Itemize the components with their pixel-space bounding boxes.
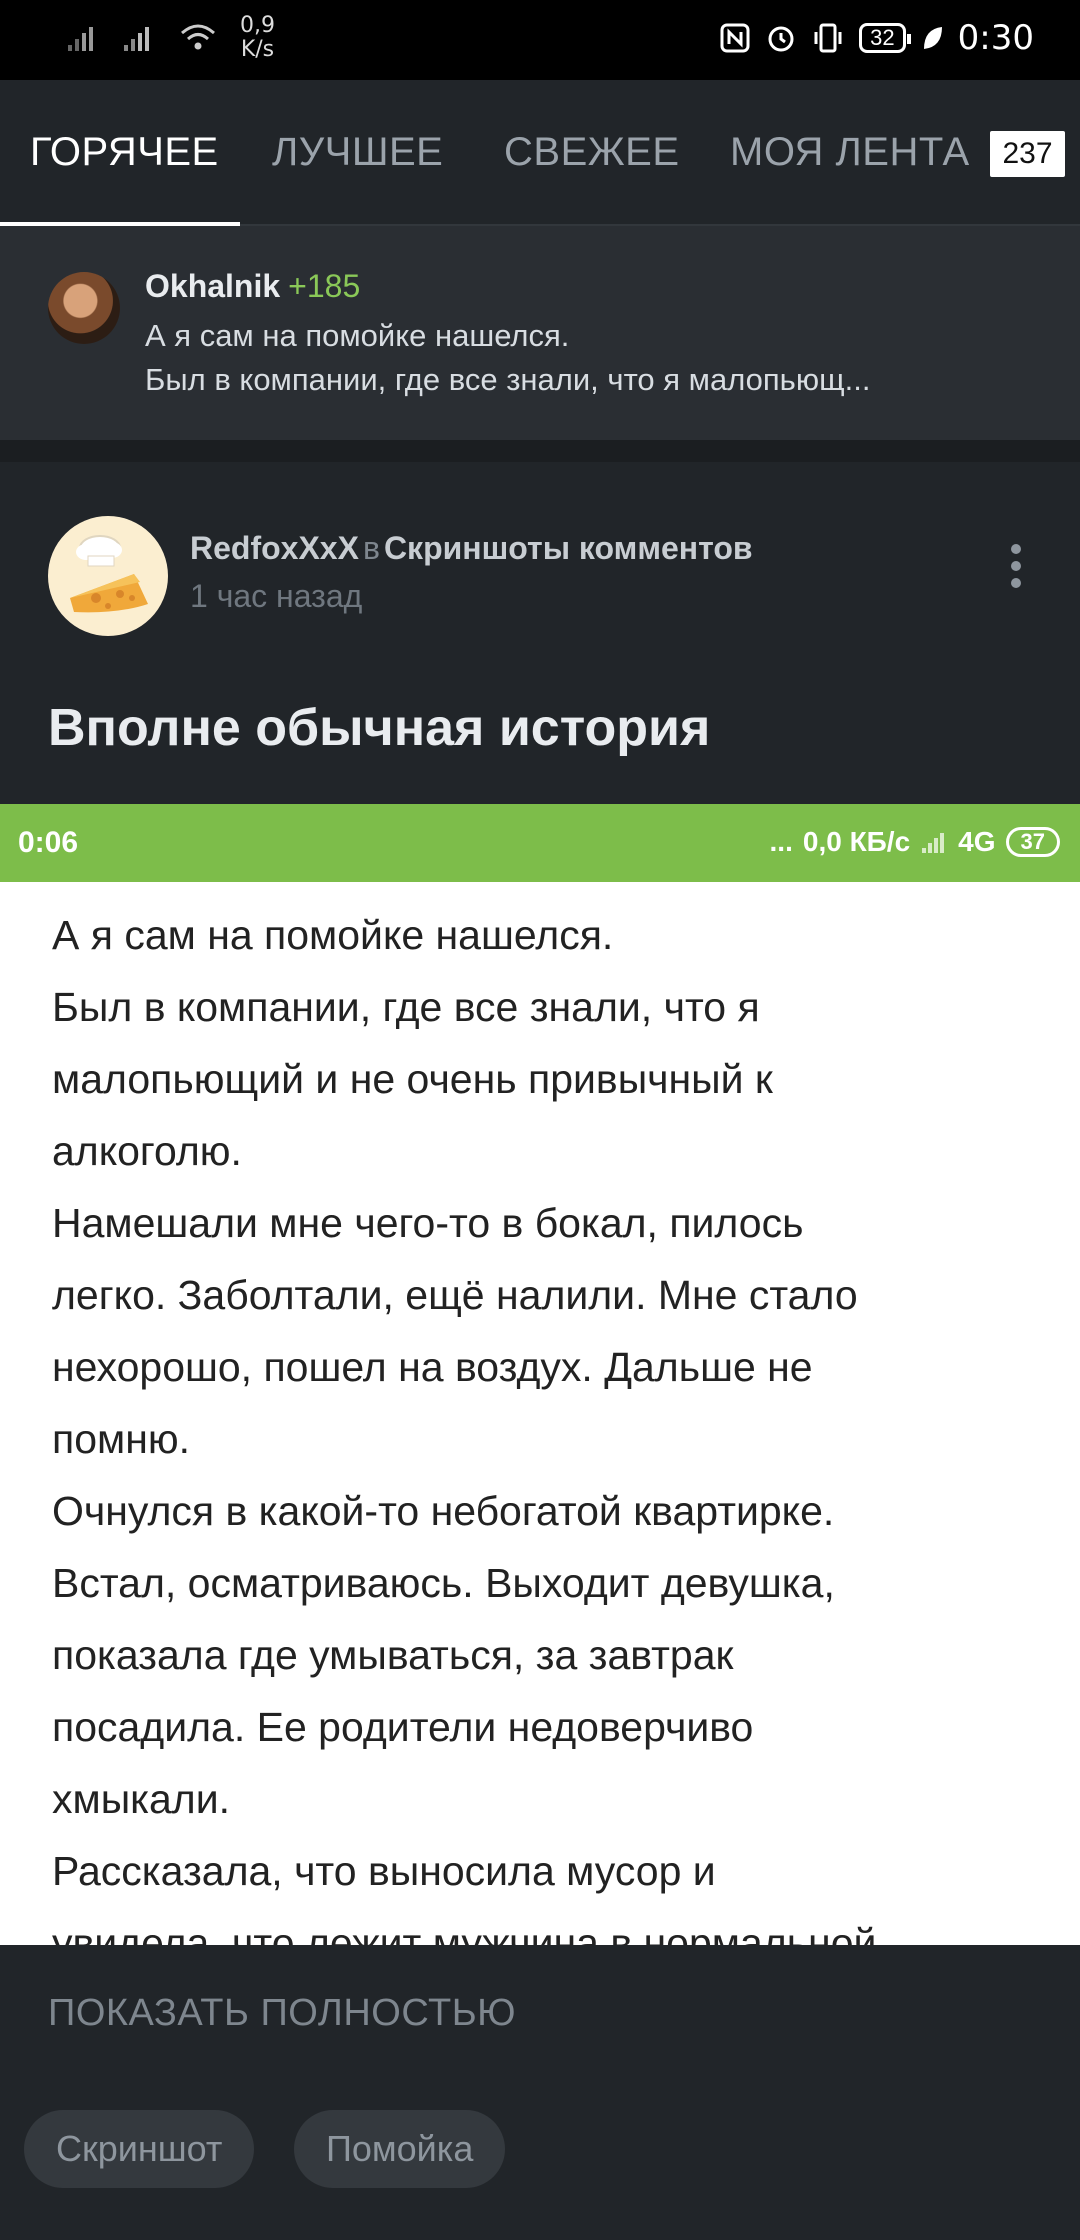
screenshot-text-line: Намешали мне чего-то в бокал, пилось xyxy=(52,1200,804,1246)
signal-2-icon xyxy=(124,27,149,51)
tab-my-feed[interactable]: МОЯ ЛЕНТА xyxy=(730,130,970,175)
screenshot-text-line: хмыкали. xyxy=(52,1776,231,1822)
show-full-button[interactable]: ПОКАЗАТЬ ПОЛНОСТЬЮ xyxy=(48,1992,516,2035)
post-author[interactable]: RedfoxXxX xyxy=(190,530,359,566)
author-avatar[interactable] xyxy=(48,516,168,636)
screenshot-text-line: Очнулся в какой-то небогатой квартирке. xyxy=(52,1488,835,1534)
divider xyxy=(0,440,1080,462)
screenshot-status-bar: 0:06 ... 0,0 КБ/с 4G 37 xyxy=(0,804,1080,882)
leaf-icon xyxy=(923,27,942,49)
feed-tabs: ГОРЯЧЕЕ ЛУЧШЕЕ СВЕЖЕЕ МОЯ ЛЕНТА 237 xyxy=(0,80,1080,226)
post-community[interactable]: Скриншоты комментов xyxy=(384,530,753,566)
clock: 0:30 xyxy=(957,18,1034,58)
battery-indicator: 32 xyxy=(859,23,912,53)
tag-dump[interactable]: Помойка xyxy=(294,2110,506,2188)
tag-screenshot[interactable]: Скриншот xyxy=(24,2110,255,2188)
comment-text-line-1: А я сам на помойке нашелся. xyxy=(145,318,570,353)
net-speed-unit: K/s xyxy=(240,37,275,62)
net-speed-value: 0,9 xyxy=(240,13,275,38)
status-bar: 0,9 K/s 32 0:30 xyxy=(0,0,1080,80)
comment-text-line-2: Был в компании, где все знали, что я мал… xyxy=(145,362,871,397)
screenshot-battery: 37 xyxy=(1005,827,1060,857)
top-comment-preview[interactable]: Okhalnik +185 А я сам на помойке нашелся.… xyxy=(0,226,1080,440)
wifi-icon xyxy=(181,24,215,50)
post-screenshot-image[interactable]: 0:06 ... 0,0 КБ/с 4G 37 А я сам на помой… xyxy=(0,804,1080,1945)
screenshot-text-line: Рассказала, что выносила мусор и xyxy=(52,1848,716,1894)
screenshot-text-line: увидела, что лежит мужчина в нормальной xyxy=(52,1920,877,1945)
screenshot-text-line: нехорошо, пошел на воздух. Дальше не xyxy=(52,1344,813,1390)
net-speed: 0,9 K/s xyxy=(240,14,275,62)
nfc-icon xyxy=(720,23,750,53)
comment-avatar[interactable] xyxy=(48,272,120,344)
comment-rating: +185 xyxy=(288,268,361,304)
more-options-icon[interactable] xyxy=(1008,544,1024,594)
screenshot-network: 4G xyxy=(958,826,996,857)
screenshot-speed: 0,0 КБ/с xyxy=(802,826,911,857)
screenshot-dots: ... xyxy=(769,826,793,857)
screenshot-time: 0:06 xyxy=(18,826,79,859)
screenshot-text-line: А я сам на помойке нашелся. xyxy=(52,912,614,958)
status-left: 0,9 K/s xyxy=(66,14,275,62)
tab-hot[interactable]: ГОРЯЧЕЕ xyxy=(30,130,219,175)
my-feed-badge: 237 xyxy=(990,131,1065,177)
comment-username[interactable]: Okhalnik +185 xyxy=(145,268,360,305)
post-in-word: в xyxy=(362,530,380,566)
status-right: 32 0:30 xyxy=(719,18,1034,58)
cheese-chef-icon xyxy=(70,535,148,613)
screenshot-text: А я сам на помойке нашелся. Был в компан… xyxy=(52,899,1062,1945)
screenshot-text-line: посадила. Ее родители недоверчиво xyxy=(52,1704,754,1750)
tab-best[interactable]: ЛУЧШЕЕ xyxy=(272,130,443,175)
post-time: 1 час назад xyxy=(190,578,363,614)
screenshot-signal-icon xyxy=(922,833,945,853)
screenshot-text-line: помню. xyxy=(52,1416,190,1462)
post-author-line: RedfoxXxX в Скриншоты комментов xyxy=(190,530,753,567)
alarm-icon xyxy=(768,26,794,52)
screenshot-text-line: легко. Заболтали, ещё налили. Мне стало xyxy=(52,1272,858,1318)
vibrate-icon xyxy=(814,23,842,53)
screenshot-text-line: Встал, осматриваюсь. Выходит девушка, xyxy=(52,1560,835,1606)
tab-fresh[interactable]: СВЕЖЕЕ xyxy=(504,130,680,175)
post-card: RedfoxXxX в Скриншоты комментов 1 час наза… xyxy=(0,462,1080,2240)
screenshot-text-line: алкоголю. xyxy=(52,1128,242,1174)
screenshot-text-line: малопьющий и не очень привычный к xyxy=(52,1056,773,1102)
comment-author[interactable]: Okhalnik xyxy=(145,268,280,304)
screenshot-text-line: Был в компании, где все знали, что я xyxy=(52,984,760,1030)
signal-icon xyxy=(68,27,93,51)
post-title[interactable]: Вполне обычная история xyxy=(48,698,710,758)
screenshot-status-right: ... 0,0 КБ/с 4G 37 xyxy=(770,826,1060,858)
screenshot-text-line: показала где умываться, за завтрак xyxy=(52,1632,734,1678)
